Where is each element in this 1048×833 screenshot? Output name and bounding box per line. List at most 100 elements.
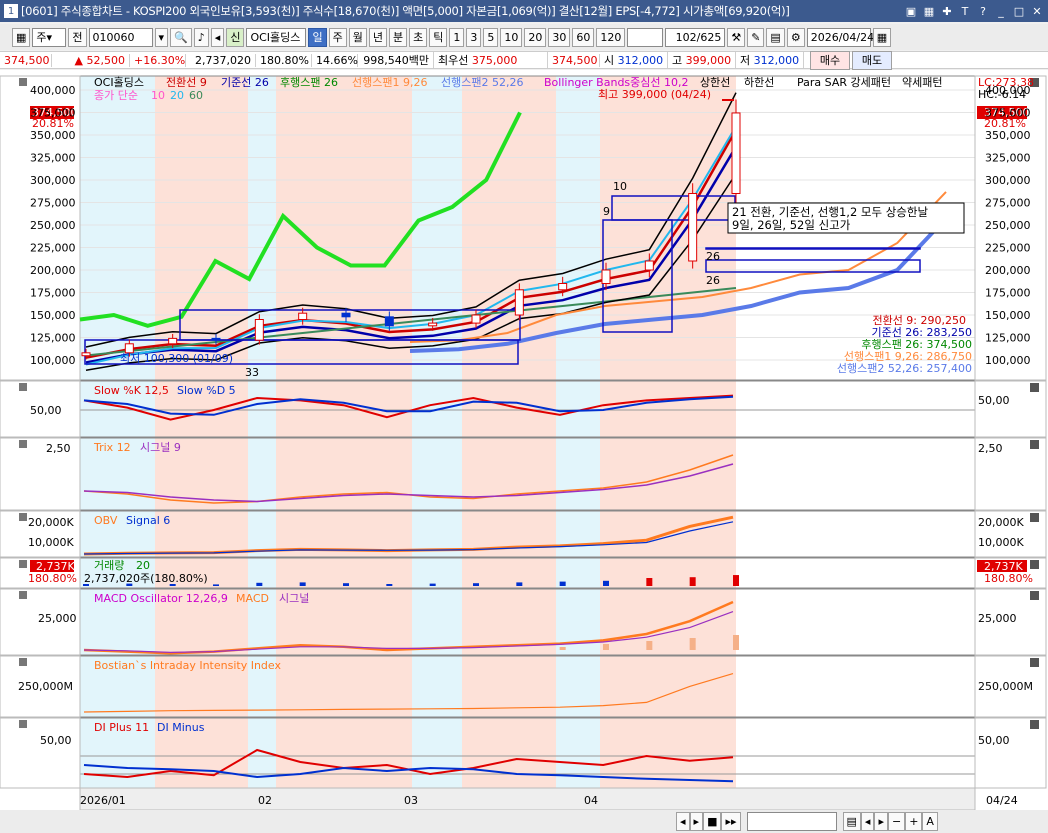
turnover: 14.66% xyxy=(312,53,358,67)
candle-body-15 xyxy=(731,112,741,195)
code-input[interactable]: 010060 xyxy=(88,27,153,47)
stoch-axis-left: 50,00 xyxy=(30,404,62,417)
obv-axis2-left: 10,000K xyxy=(28,536,74,549)
panel-close-icon-7 xyxy=(1030,720,1039,729)
volume-bar-5 xyxy=(299,582,306,586)
scroll-bar: ◂ ▸ ■ ▸▸ ▤ ◂ ▸ − + A xyxy=(0,810,1048,833)
panel-menu-icon-5 xyxy=(19,591,27,599)
new-high-note-1: 21 전환, 기준선, 선행1,2 모두 상승한날 xyxy=(732,205,928,219)
interval-10[interactable]: 10 xyxy=(500,27,523,47)
legend-name: OCI홀딩스 xyxy=(94,76,144,89)
settings-icon[interactable]: ⚙ xyxy=(786,27,805,47)
help-icon[interactable]: ? xyxy=(976,4,990,18)
code-dropdown-icon[interactable]: ▾ xyxy=(154,27,169,47)
price-axis-label-left-1: 375,000 xyxy=(30,107,76,120)
pin-icon[interactable]: ✚ xyxy=(940,4,954,18)
obv-axis1-right: 20,000K xyxy=(978,516,1024,529)
macd-title: MACD Oscillator 12,26,9 xyxy=(94,592,228,605)
price-axis-label-left-4: 300,000 xyxy=(30,174,76,187)
date-input[interactable]: 2026/04/24 xyxy=(806,27,874,47)
band-1 xyxy=(155,76,248,788)
scroll-next-icon[interactable]: ▸▸ xyxy=(721,812,741,831)
sell-button[interactable]: 매도 xyxy=(852,50,892,70)
buy-button[interactable]: 매수 xyxy=(810,50,850,70)
scroll-first-icon[interactable]: ◂ xyxy=(676,812,690,831)
tab-minute[interactable]: 분 xyxy=(388,27,408,47)
stoch-d-title: Slow %D 5 xyxy=(177,384,236,397)
zoom-out-icon[interactable]: − xyxy=(887,812,906,831)
zoom-fit-icon[interactable]: ▤ xyxy=(842,812,861,831)
volume-bar-15 xyxy=(733,575,739,586)
volume-bar-3 xyxy=(213,584,219,586)
text-icon[interactable]: T xyxy=(958,4,972,18)
tab-second[interactable]: 초 xyxy=(409,27,428,47)
macd-osc-bar-14 xyxy=(689,638,696,650)
legend-ma: 종가 단순 xyxy=(94,89,138,102)
interval-5[interactable]: 5 xyxy=(483,27,499,47)
save-icon[interactable]: ▤ xyxy=(766,27,785,47)
scroll-stop-icon[interactable]: ■ xyxy=(703,812,722,831)
best-quote: 최우선 375,000 xyxy=(434,52,548,68)
band-3 xyxy=(276,76,412,788)
mode-select[interactable]: 주 ▾ xyxy=(32,27,67,47)
scroll-track[interactable] xyxy=(746,812,837,831)
font-icon[interactable]: A xyxy=(922,812,938,831)
layout-icon[interactable]: ▦ xyxy=(922,4,936,18)
chart-svg[interactable]: OCI홀딩스 전환선 9 기준선 26 후행스팬 26 선행스팬1 9,26 선… xyxy=(0,70,1048,811)
obv-title: OBV xyxy=(94,514,118,527)
interval-1[interactable]: 1 xyxy=(449,27,465,47)
interval-60[interactable]: 60 xyxy=(572,27,595,47)
zoom-in-icon[interactable]: + xyxy=(905,812,923,831)
chart-area: OCI홀딩스 전환선 9 기준선 26 후행스팬 26 선행스팬1 9,26 선… xyxy=(0,70,1048,811)
stoch-axis-right: 50,00 xyxy=(978,394,1010,407)
sound-icon[interactable]: ♪ xyxy=(193,27,209,47)
trix-title: Trix 12 xyxy=(93,441,131,454)
volume-bar-11 xyxy=(559,581,566,586)
grid-icon[interactable]: ▦ xyxy=(12,27,31,47)
tab-tick[interactable]: 틱 xyxy=(429,27,448,47)
volume-bar-13 xyxy=(646,578,653,586)
period-button[interactable]: 전 xyxy=(68,27,87,47)
zoom-prev-icon[interactable]: ◂ xyxy=(860,812,875,831)
tab-month[interactable]: 월 xyxy=(348,27,367,47)
trix-signal: 시그널 9 xyxy=(140,441,181,454)
price-change-pct: +16.30% xyxy=(130,53,186,67)
macd-line-title: MACD xyxy=(236,592,269,605)
interval-120[interactable]: 120 xyxy=(596,27,626,47)
price-axis-label-left-8: 200,000 xyxy=(30,264,76,277)
panel-menu-icon-6 xyxy=(19,658,27,666)
zoom-next-icon[interactable]: ▸ xyxy=(874,812,888,831)
maximize-icon[interactable]: □ xyxy=(1012,4,1026,18)
band-4 xyxy=(412,76,462,788)
tab-day[interactable]: 일 xyxy=(308,27,327,47)
calendar-icon[interactable]: ▦ xyxy=(872,27,892,47)
interval-20[interactable]: 20 xyxy=(524,27,547,47)
prev-icon[interactable]: ◂ xyxy=(210,27,225,47)
panel-close-icon-6 xyxy=(1030,658,1039,667)
minimize-icon[interactable]: _ xyxy=(994,4,1008,18)
restore-icon[interactable]: ▣ xyxy=(904,4,918,18)
price-axis-label-left-10: 150,000 xyxy=(30,309,76,322)
legend-lead2: 선행스팬2 52,26 xyxy=(441,76,523,89)
tab-week[interactable]: 주 xyxy=(328,27,347,47)
interval-3[interactable]: 3 xyxy=(466,27,482,47)
count-label-2: 9 xyxy=(603,205,610,218)
price-axis-label-10: 150,000 xyxy=(985,309,1031,322)
tab-year[interactable]: 년 xyxy=(368,27,387,47)
trade-amount: 998,540백만 xyxy=(358,52,434,68)
close-icon[interactable]: ✕ xyxy=(1030,4,1044,18)
tools-icon[interactable]: ⚒ xyxy=(727,27,746,47)
draw-icon[interactable]: ✎ xyxy=(747,27,765,47)
price-axis-label-5: 275,000 xyxy=(985,197,1031,210)
macd-osc-bar-11 xyxy=(559,647,566,650)
scroll-prev-icon[interactable]: ▸ xyxy=(689,812,704,831)
dmi-axis-left: 50,00 xyxy=(40,734,72,747)
search-icon[interactable]: 🔍 xyxy=(170,27,192,47)
interval-custom-input[interactable] xyxy=(627,27,664,47)
band-2 xyxy=(248,76,276,788)
candle-body-6 xyxy=(341,312,351,318)
volume-ma: 20 xyxy=(136,559,150,572)
candle-body-9 xyxy=(471,314,481,324)
interval-30[interactable]: 30 xyxy=(548,27,571,47)
stock-name-field[interactable]: OCI홀딩스 xyxy=(246,27,307,47)
